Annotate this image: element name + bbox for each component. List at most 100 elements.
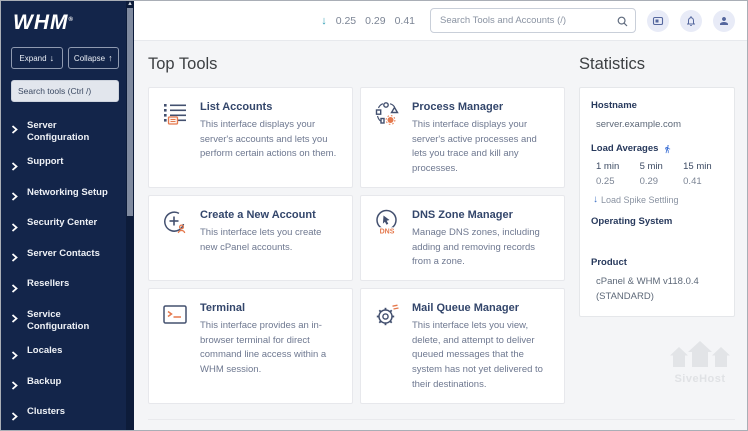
- chevron-right-icon: [11, 347, 18, 365]
- card-terminal[interactable]: Terminal This interface provides an in-b…: [148, 288, 353, 404]
- sidebar-scrollbar-thumb[interactable]: [127, 8, 133, 216]
- card-mail-queue-manager[interactable]: Mail Queue Manager This interface lets y…: [360, 288, 565, 404]
- load-value-15min: 0.41: [683, 176, 723, 187]
- svg-text:DNS: DNS: [380, 228, 395, 235]
- search-icon[interactable]: [617, 14, 628, 32]
- terminal-icon: [161, 301, 189, 393]
- load-header-1min: 1 min: [596, 161, 631, 172]
- load-value-5min: 0.29: [365, 15, 385, 27]
- product-label: Product: [591, 257, 723, 268]
- chevron-right-icon: [11, 377, 18, 395]
- card-description: This interface provides an in-browser te…: [200, 319, 340, 378]
- sidebar-item-label: Clusters: [27, 406, 65, 419]
- sidebar-expand-collapse: Expand ↓ Collapse ↑: [11, 47, 119, 69]
- hostname-label: Hostname: [591, 100, 723, 111]
- sidebar-item-label: Backup: [27, 376, 61, 389]
- collapse-button-label: Collapse: [74, 54, 105, 63]
- chevron-right-icon: [11, 310, 18, 328]
- sidebar-item-label: Locales: [27, 345, 62, 358]
- statistics-title: Statistics: [579, 55, 735, 74]
- card-title: Terminal: [200, 302, 340, 314]
- card-create-new-account[interactable]: Create a New Account This interface lets…: [148, 195, 353, 281]
- whm-logo[interactable]: WHM®: [13, 11, 119, 35]
- load-value-1min: 0.25: [596, 176, 631, 187]
- hostname-value: server.example.com: [591, 118, 723, 132]
- load-averages-info-icon[interactable]: [663, 144, 672, 154]
- sidebar-item-label: Server Contacts: [27, 248, 100, 261]
- sidebar-item-label: Service Configuration: [27, 309, 119, 335]
- expand-button-label: Expand: [19, 54, 46, 63]
- card-title: List Accounts: [200, 101, 340, 113]
- sidebar-item-networking-setup[interactable]: Networking Setup: [11, 181, 119, 212]
- registered-mark: ®: [68, 17, 73, 23]
- dns-zone-icon: DNS: [373, 208, 401, 270]
- load-spike-status-text: Load Spike Settling: [601, 195, 679, 205]
- load-trend-down-icon: ↓: [321, 15, 327, 27]
- sidebar-item-server-contacts[interactable]: Server Contacts: [11, 242, 119, 273]
- user-icon[interactable]: [713, 10, 735, 32]
- tools-section: Tools Server Configuration: [148, 419, 735, 430]
- card-description: This interface displays your server's ac…: [412, 118, 552, 177]
- sidebar-item-clusters[interactable]: Clusters: [11, 401, 119, 430]
- card-title: DNS Zone Manager: [412, 209, 552, 221]
- operating-system-label: Operating System: [591, 216, 723, 227]
- sidebar-item-label: Networking Setup: [27, 187, 108, 200]
- top-tools-title: Top Tools: [148, 55, 565, 74]
- sidebar: WHM® Expand ↓ Collapse ↑ Server Configur…: [1, 1, 134, 430]
- card-dns-zone-manager[interactable]: DNS DNS Zone Manager Manage DNS zones, i…: [360, 195, 565, 281]
- card-process-manager[interactable]: Process Manager This interface displays …: [360, 87, 565, 188]
- mail-queue-gear-icon: [373, 301, 401, 393]
- sidebar-item-server-configuration[interactable]: Server Configuration: [11, 114, 119, 151]
- product-value: cPanel & WHM v118.0.4 (STANDARD): [591, 275, 723, 304]
- whm-logo-text: WHM: [13, 11, 68, 34]
- arrow-down-icon: ↓: [593, 194, 598, 205]
- chevron-right-icon: [11, 219, 18, 237]
- card-description: This interface lets you create new cPane…: [200, 226, 340, 255]
- sidebar-item-backup[interactable]: Backup: [11, 370, 119, 401]
- expand-button[interactable]: Expand ↓: [11, 47, 63, 69]
- load-value-5min: 0.29: [640, 176, 675, 187]
- chevron-right-icon: [11, 158, 18, 176]
- global-search: [430, 8, 636, 33]
- load-header-15min: 15 min: [683, 161, 723, 172]
- chevron-right-icon: [11, 121, 18, 139]
- load-averages-label-text: Load Averages: [591, 143, 658, 154]
- operating-system-value: [591, 234, 723, 246]
- scroll-up-icon[interactable]: ▲: [126, 1, 134, 8]
- top-tools-cards: List Accounts This interface displays yo…: [148, 87, 565, 404]
- sidebar-search-input[interactable]: [11, 80, 119, 102]
- list-icon: [161, 100, 189, 177]
- top-bar: ↓ 0.25 0.29 0.41: [134, 1, 747, 41]
- main-area: ↓ 0.25 0.29 0.41: [134, 1, 747, 430]
- card-description: Manage DNS zones, including adding and r…: [412, 226, 552, 270]
- card-list-accounts[interactable]: List Accounts This interface displays yo…: [148, 87, 353, 188]
- chevron-right-icon: [11, 280, 18, 298]
- content-area: Top Tools: [134, 41, 747, 430]
- sidebar-item-locales[interactable]: Locales: [11, 340, 119, 371]
- global-search-input[interactable]: [430, 8, 636, 33]
- sidebar-scrollbar[interactable]: ▲: [126, 1, 134, 430]
- create-account-icon: [161, 208, 189, 270]
- load-spike-status: ↓ Load Spike Settling: [591, 194, 723, 205]
- sidebar-item-resellers[interactable]: Resellers: [11, 273, 119, 304]
- sidebar-item-service-configuration[interactable]: Service Configuration: [11, 303, 119, 340]
- sidebar-item-label: Server Configuration: [27, 120, 119, 146]
- sidebar-item-support[interactable]: Support: [11, 151, 119, 182]
- chevron-right-icon: [11, 188, 18, 206]
- chevron-right-icon: [11, 249, 18, 267]
- arrow-down-icon: ↓: [50, 53, 55, 63]
- sidebar-item-label: Support: [27, 156, 63, 169]
- sidebar-nav: Server Configuration Support Networking …: [11, 114, 119, 430]
- whm-app: WHM® Expand ↓ Collapse ↑ Server Configur…: [0, 0, 748, 431]
- card-title: Mail Queue Manager: [412, 302, 552, 314]
- sidebar-item-label: Resellers: [27, 278, 69, 291]
- bell-icon[interactable]: [680, 10, 702, 32]
- apps-icon[interactable]: [647, 10, 669, 32]
- load-averages-label: Load Averages: [591, 143, 723, 154]
- chevron-right-icon: [11, 408, 18, 426]
- collapse-button[interactable]: Collapse ↑: [68, 47, 120, 69]
- load-value-1min: 0.25: [336, 15, 356, 27]
- card-title: Create a New Account: [200, 209, 340, 221]
- sidebar-item-security-center[interactable]: Security Center: [11, 212, 119, 243]
- load-header-5min: 5 min: [640, 161, 675, 172]
